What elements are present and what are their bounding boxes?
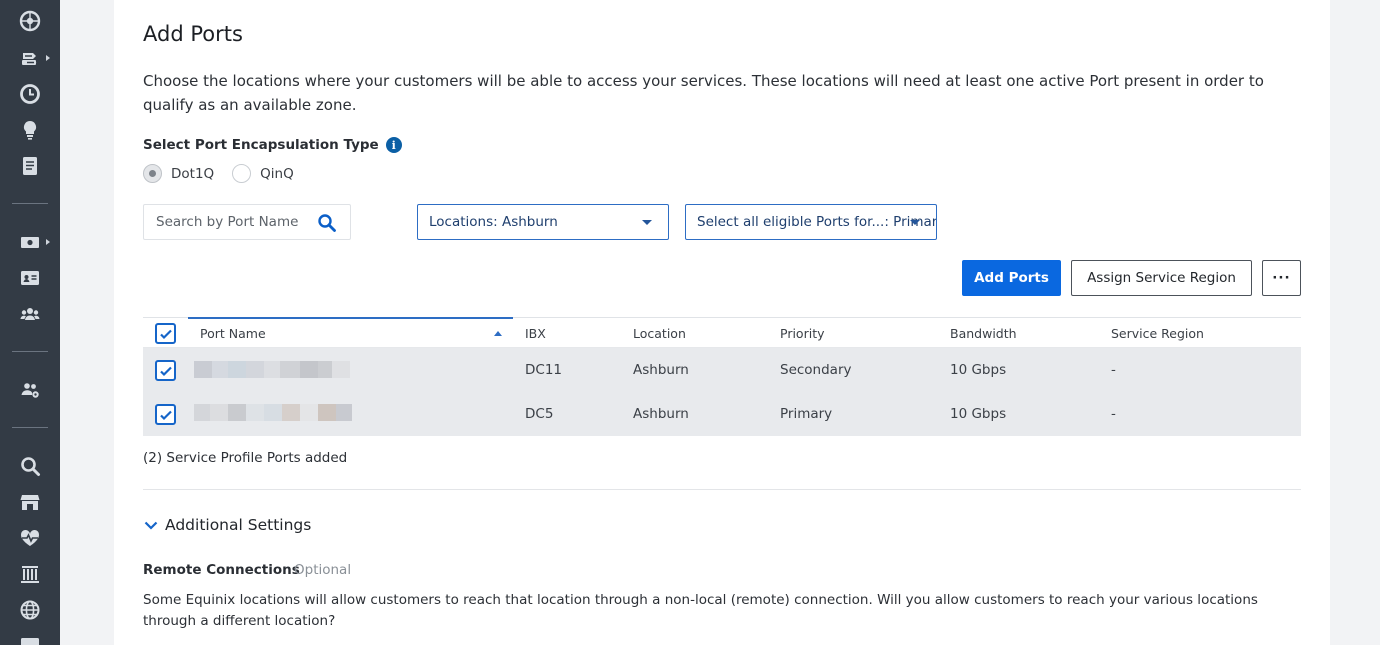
cell-bandwidth: 10 Gbps xyxy=(950,406,1007,422)
dropdown-arrow-icon xyxy=(910,220,920,225)
globe-icon[interactable] xyxy=(19,599,41,621)
rail-divider xyxy=(12,351,48,352)
encapsulation-type-label: Select Port Encapsulation Type i xyxy=(143,137,402,153)
select-all-checkbox[interactable] xyxy=(155,323,176,344)
lightbulb-icon[interactable] xyxy=(19,119,41,141)
user-group-settings-icon[interactable] xyxy=(19,379,41,401)
col-header-priority[interactable]: Priority xyxy=(780,326,825,341)
chevron-down-icon xyxy=(144,521,158,530)
port-search-box xyxy=(143,204,351,240)
locations-dropdown[interactable]: Locations: Ashburn xyxy=(417,204,669,240)
eligible-ports-dropdown[interactable]: Select all eligible Ports for...: Primar… xyxy=(685,204,937,240)
exchange-icon[interactable] xyxy=(19,47,41,69)
col-header-port-name[interactable]: Port Name xyxy=(200,326,266,341)
optional-tag: Optional xyxy=(294,562,352,578)
page-title: Add Ports xyxy=(143,22,243,46)
cell-priority: Primary xyxy=(780,406,833,422)
table-header: Port Name IBX Location Priority Bandwidt… xyxy=(143,317,1301,348)
row-checkbox[interactable] xyxy=(155,360,176,381)
left-nav-rail xyxy=(0,0,60,645)
health-heart-icon[interactable] xyxy=(19,527,41,549)
expand-caret-icon[interactable] xyxy=(46,239,50,245)
assign-service-region-button[interactable]: Assign Service Region xyxy=(1071,260,1252,296)
rail-divider xyxy=(12,427,48,428)
radio-dot1q[interactable] xyxy=(143,164,162,183)
cell-priority: Secondary xyxy=(780,362,852,378)
radio-qinq-label[interactable]: QinQ xyxy=(260,166,294,182)
eligible-ports-dropdown-value: Select all eligible Ports for...: Primar… xyxy=(697,214,937,230)
table-row[interactable]: DC5 Ashburn Primary 10 Gbps - xyxy=(143,392,1301,436)
cell-ibx: DC11 xyxy=(525,362,562,378)
document-icon[interactable] xyxy=(19,155,41,177)
search-icon[interactable] xyxy=(317,213,337,233)
cell-service-region: - xyxy=(1111,362,1116,378)
additional-settings-toggle[interactable]: Additional Settings xyxy=(143,516,311,534)
encapsulation-radio-group: Dot1Q QinQ xyxy=(143,164,312,183)
redacted-port-name xyxy=(194,404,352,421)
ports-table: Port Name IBX Location Priority Bandwidt… xyxy=(143,317,1301,436)
billing-icon[interactable] xyxy=(19,231,41,253)
redacted-port-name xyxy=(194,361,350,378)
more-options-button[interactable]: ··· xyxy=(1262,260,1301,296)
building-columns-icon[interactable] xyxy=(19,563,41,585)
globe-network-icon[interactable] xyxy=(19,10,41,32)
cell-ibx: DC5 xyxy=(525,406,554,422)
search-icon[interactable] xyxy=(19,455,41,477)
clock-icon[interactable] xyxy=(19,83,41,105)
col-header-ibx[interactable]: IBX xyxy=(525,326,546,341)
news-icon[interactable] xyxy=(19,635,41,645)
add-ports-button[interactable]: Add Ports xyxy=(962,260,1061,296)
locations-dropdown-value: Locations: Ashburn xyxy=(429,214,558,230)
marketplace-store-icon[interactable] xyxy=(19,491,41,513)
id-card-icon[interactable] xyxy=(19,267,41,289)
radio-qinq[interactable] xyxy=(232,164,252,183)
rail-divider xyxy=(12,203,48,204)
info-icon[interactable]: i xyxy=(385,137,402,153)
table-row[interactable]: DC11 Ashburn Secondary 10 Gbps - xyxy=(143,348,1301,392)
remote-connections-label: Remote Connections xyxy=(143,562,300,578)
cell-service-region: - xyxy=(1111,406,1116,422)
users-icon[interactable] xyxy=(19,303,41,325)
col-header-location[interactable]: Location xyxy=(633,326,686,341)
cell-bandwidth: 10 Gbps xyxy=(950,362,1007,378)
section-divider xyxy=(143,489,1301,490)
port-search-input[interactable] xyxy=(156,214,311,230)
table-body: DC11 Ashburn Secondary 10 Gbps - DC5 Ash… xyxy=(143,348,1301,436)
expand-caret-icon[interactable] xyxy=(46,55,50,61)
additional-settings-label: Additional Settings xyxy=(165,516,312,534)
radio-dot1q-label[interactable]: Dot1Q xyxy=(171,166,214,182)
col-header-bandwidth[interactable]: Bandwidth xyxy=(950,326,1017,341)
sort-ascending-icon[interactable] xyxy=(494,331,502,336)
sort-active-indicator xyxy=(188,317,513,319)
dropdown-arrow-icon xyxy=(642,220,652,225)
ports-added-summary: (2) Service Profile Ports added xyxy=(143,450,348,466)
cell-location: Ashburn xyxy=(633,362,689,378)
encapsulation-label-text: Select Port Encapsulation Type xyxy=(143,137,379,153)
add-ports-card: Add Ports Choose the locations where you… xyxy=(114,0,1330,645)
page-description: Choose the locations where your customer… xyxy=(143,72,1264,114)
row-checkbox[interactable] xyxy=(155,404,176,425)
cell-location: Ashburn xyxy=(633,406,689,422)
col-header-service-region[interactable]: Service Region xyxy=(1111,326,1204,341)
remote-connections-description: Some Equinix locations will allow custom… xyxy=(143,592,1258,629)
